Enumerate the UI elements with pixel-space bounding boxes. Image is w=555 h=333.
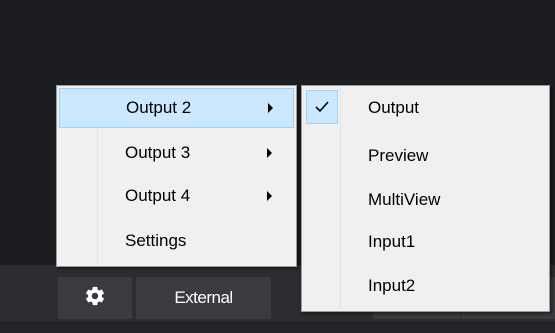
submenu-item-label: Input1 <box>368 232 416 251</box>
menu-item-settings[interactable]: Settings <box>59 221 294 261</box>
output-source-submenu: Output Preview MultiView Input1 Input2 <box>301 85 550 312</box>
menu-item-label: Output 4 <box>125 186 191 205</box>
submenu-item-input1[interactable]: Input1 <box>304 222 547 262</box>
gear-icon <box>84 285 106 312</box>
toolbar-bottom-strip <box>0 321 555 333</box>
checkmark-icon <box>306 90 338 124</box>
menu-item-label: Settings <box>125 231 187 250</box>
submenu-arrow-icon <box>267 191 272 201</box>
submenu-arrow-icon <box>267 148 272 158</box>
menu-item-label: Output 2 <box>126 98 192 117</box>
submenu-item-label: MultiView <box>368 190 441 209</box>
submenu-item-label: Input2 <box>368 276 416 295</box>
menu-item-output-2[interactable]: Output 2 <box>59 88 294 128</box>
output-context-menu: Output 2 Output 3 Output 4 Settings <box>56 85 297 267</box>
menu-item-output-3[interactable]: Output 3 <box>59 133 294 173</box>
settings-button[interactable] <box>58 277 132 319</box>
submenu-item-preview[interactable]: Preview <box>304 136 547 176</box>
submenu-item-multiview[interactable]: MultiView <box>304 180 547 220</box>
submenu-item-label: Output <box>368 98 420 117</box>
submenu-arrow-icon <box>268 103 273 113</box>
external-button[interactable]: External <box>136 277 271 319</box>
submenu-item-output[interactable]: Output <box>304 88 547 128</box>
menu-item-label: Output 3 <box>125 143 191 162</box>
external-button-label: External <box>174 288 233 307</box>
submenu-item-input2[interactable]: Input2 <box>304 266 547 306</box>
menu-item-output-4[interactable]: Output 4 <box>59 176 294 216</box>
submenu-item-label: Preview <box>368 146 429 165</box>
